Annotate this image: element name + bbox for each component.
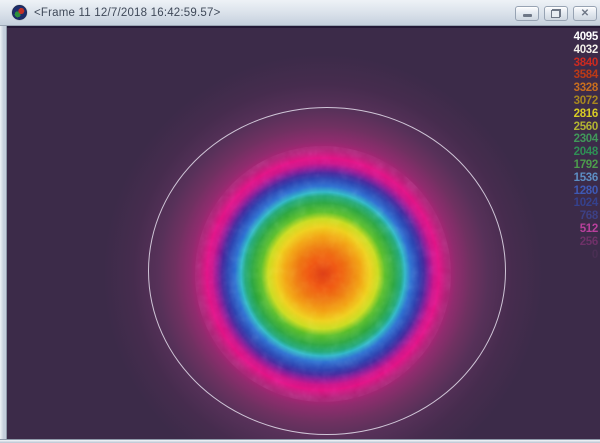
colorbar-value: 1536 bbox=[574, 172, 598, 185]
close-icon: ✕ bbox=[581, 9, 589, 19]
window-frame-bottom bbox=[0, 439, 600, 443]
colorbar-value: 4032 bbox=[574, 44, 598, 57]
colorbar-value: 3072 bbox=[574, 95, 598, 108]
colorbar-value: 4095 bbox=[574, 31, 598, 44]
colorbar-value: 1280 bbox=[574, 185, 598, 198]
minimize-icon bbox=[523, 14, 532, 17]
beam-profiler-window: <Frame 11 12/7/2018 16:42:59.57> ✕ bbox=[0, 0, 600, 443]
close-button[interactable]: ✕ bbox=[573, 6, 597, 21]
colorbar-value: 2816 bbox=[574, 108, 598, 121]
colorbar-value: 1792 bbox=[574, 159, 598, 172]
app-icon bbox=[12, 5, 27, 20]
window-title: <Frame 11 12/7/2018 16:42:59.57> bbox=[34, 7, 221, 19]
colorbar-value: 1024 bbox=[574, 197, 598, 210]
colorbar-value: 256 bbox=[574, 236, 598, 249]
colorbar-value: 512 bbox=[574, 223, 598, 236]
colorbar-value: 0 bbox=[574, 249, 598, 262]
colorbar: 4095403238403584332830722816256023042048… bbox=[574, 31, 598, 261]
beam-display-area[interactable]: 4095403238403584332830722816256023042048… bbox=[7, 26, 600, 439]
colorbar-value: 3584 bbox=[574, 69, 598, 82]
colorbar-value: 3840 bbox=[574, 57, 598, 70]
restore-icon bbox=[551, 9, 561, 18]
minimize-button[interactable] bbox=[515, 6, 539, 21]
colorbar-value: 3328 bbox=[574, 82, 598, 95]
title-bar[interactable]: <Frame 11 12/7/2018 16:42:59.57> ✕ bbox=[0, 0, 600, 26]
colorbar-value: 768 bbox=[574, 210, 598, 223]
colorbar-value: 2560 bbox=[574, 121, 598, 134]
colorbar-value: 2304 bbox=[574, 133, 598, 146]
window-frame-left bbox=[0, 26, 7, 443]
aperture-circle-overlay bbox=[148, 107, 506, 435]
restore-button[interactable] bbox=[544, 6, 568, 21]
colorbar-value: 2048 bbox=[574, 146, 598, 159]
window-controls: ✕ bbox=[515, 6, 597, 21]
